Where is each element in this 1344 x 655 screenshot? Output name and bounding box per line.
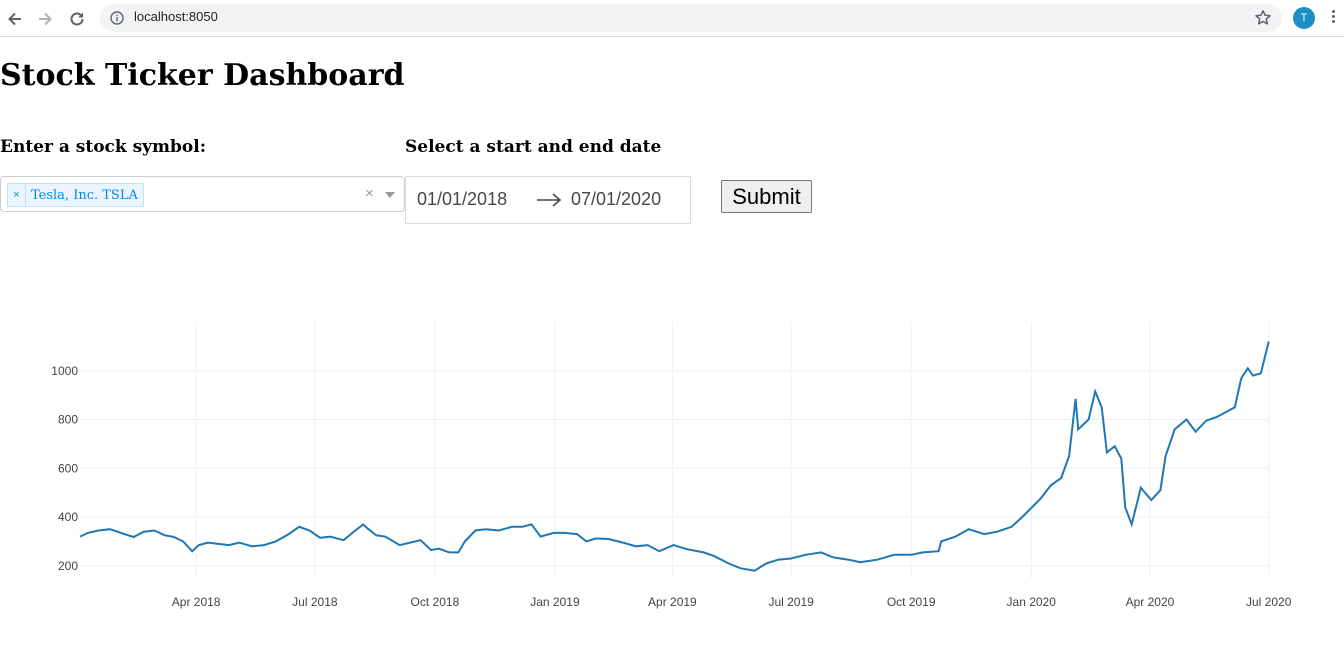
y-tick-label: 200: [58, 559, 78, 573]
date-range-picker: 01/01/2018 07/01/2020: [405, 176, 691, 224]
star-icon[interactable]: [1254, 9, 1272, 27]
browser-toolbar: localhost:8050 T: [0, 0, 1344, 37]
x-tick-label: Jan 2019: [530, 595, 580, 609]
y-tick-label: 600: [58, 461, 78, 475]
x-tick-label: Jul 2020: [1246, 595, 1292, 609]
x-tick-label: Jul 2019: [768, 595, 814, 609]
page-title: Stock Ticker Dashboard: [0, 58, 405, 93]
selected-symbol-tag: × Tesla, Inc. TSLA: [7, 183, 144, 207]
x-axis: Apr 2018 Jul 2018 Oct 2018 Jan 2019 Apr 2019…: [172, 595, 1292, 609]
submit-button[interactable]: Submit: [721, 180, 812, 213]
clear-selection-icon[interactable]: ×: [365, 185, 374, 202]
y-gridlines: [80, 370, 1270, 567]
right-arrow-icon: [537, 193, 562, 207]
x-tick-label: Oct 2019: [887, 595, 936, 609]
date-range-label: Select a start and end date: [405, 137, 662, 157]
y-axis: 200 400 600 800 1000: [51, 364, 78, 573]
x-tick-label: Apr 2020: [1126, 595, 1175, 609]
end-date-input[interactable]: 07/01/2020: [571, 189, 661, 210]
profile-avatar[interactable]: T: [1293, 7, 1315, 29]
reload-icon[interactable]: [66, 8, 88, 30]
start-date-input[interactable]: 01/01/2018: [417, 189, 507, 210]
x-tick-label: Apr 2019: [648, 595, 697, 609]
remove-tag-icon[interactable]: ×: [8, 184, 26, 206]
dropdown-arrow-icon[interactable]: [385, 192, 395, 198]
y-tick-label: 1000: [51, 364, 78, 378]
selected-symbol-label: Tesla, Inc. TSLA: [31, 187, 138, 203]
back-arrow-icon[interactable]: [4, 8, 26, 30]
address-bar[interactable]: localhost:8050: [100, 4, 1282, 32]
info-icon[interactable]: [110, 11, 124, 25]
stock-symbol-label: Enter a stock symbol:: [0, 137, 207, 157]
y-tick-label: 400: [58, 510, 78, 524]
stock-price-chart[interactable]: 200 400 600 800 1000 Apr 2018 Jul 2018 Oct 201…: [0, 300, 1344, 620]
x-tick-label: Oct 2018: [411, 595, 460, 609]
x-tick-label: Jul 2018: [292, 595, 338, 609]
url-text[interactable]: localhost:8050: [134, 9, 218, 24]
price-series-line: [79, 341, 1270, 572]
x-tick-label: Jan 2020: [1007, 595, 1057, 609]
x-gridlines: [195, 322, 1270, 578]
menu-dots-icon[interactable]: [1330, 10, 1338, 28]
y-tick-label: 800: [58, 413, 78, 427]
stock-symbol-dropdown[interactable]: × Tesla, Inc. TSLA ×: [0, 176, 405, 212]
x-tick-label: Apr 2018: [172, 595, 221, 609]
forward-arrow-icon[interactable]: [34, 8, 56, 30]
